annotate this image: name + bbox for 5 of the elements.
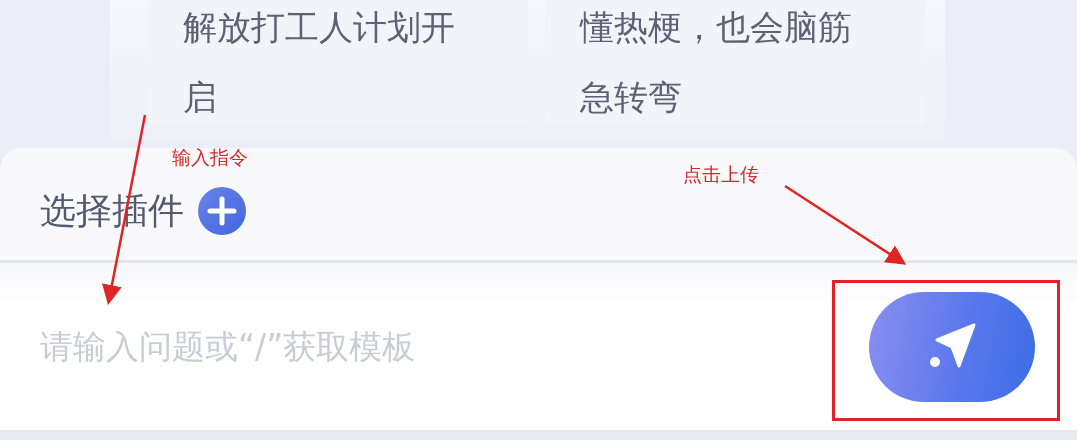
annotation-label: 点击上传 xyxy=(683,163,759,186)
annotation-label: 输入指令 xyxy=(172,146,248,169)
suggestion-card[interactable]: 懂热梗，也会脑筋急转弯 xyxy=(545,0,925,124)
suggestion-card[interactable]: 解放打工人计划开启 xyxy=(148,0,528,124)
add-icon[interactable] xyxy=(198,187,246,235)
